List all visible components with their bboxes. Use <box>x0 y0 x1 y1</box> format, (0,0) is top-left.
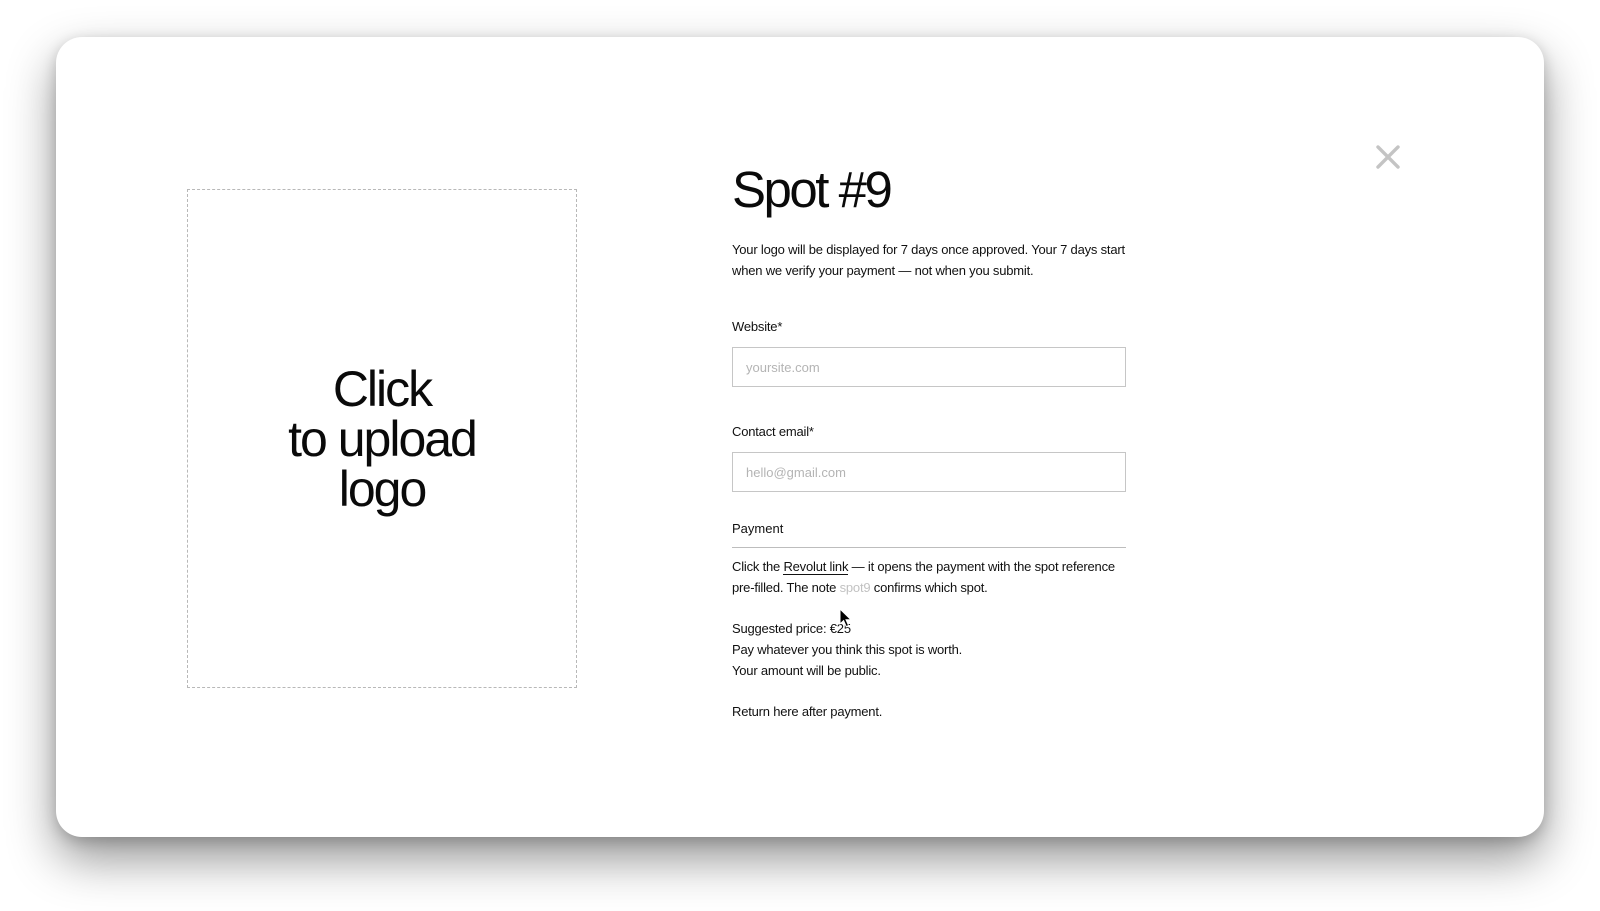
upload-prompt-line-1: Click <box>332 360 433 417</box>
contact-email-label: Contact email* <box>732 424 814 439</box>
logo-upload-area[interactable]: Click to upload logo <box>187 189 577 688</box>
spot-modal: Click to upload logo Spot #9 Your logo w… <box>56 37 1544 837</box>
return-note: Return here after payment. <box>732 704 883 719</box>
contact-email-input[interactable] <box>732 452 1126 492</box>
spot-reference-note: spot9 <box>839 580 871 595</box>
page-title: Spot #9 <box>732 161 893 218</box>
website-label: Website* <box>732 319 783 334</box>
payment-heading: Payment <box>732 520 1126 548</box>
upload-prompt: Click to upload logo <box>288 360 478 517</box>
spot-description: Your logo will be displayed for 7 days o… <box>732 242 1125 278</box>
upload-prompt-line-3: logo <box>338 460 428 517</box>
public-amount-note: Your amount will be public. <box>732 663 881 678</box>
payment-text-end: confirms which spot. <box>870 580 988 595</box>
close-icon <box>1376 145 1400 169</box>
suggested-price: Suggested price: €25 <box>732 621 851 636</box>
spot-form: Spot #9 Your logo will be displayed for … <box>732 159 1126 722</box>
revolut-link[interactable]: Revolut link <box>783 559 848 575</box>
mouse-pointer-icon <box>839 608 853 628</box>
website-input[interactable] <box>732 347 1126 387</box>
upload-prompt-line-2: to upload <box>288 410 478 467</box>
payment-instructions: Click the Revolut link — it opens the pa… <box>732 556 1126 598</box>
pay-what-you-want-note: Pay whatever you think this spot is wort… <box>732 642 963 657</box>
payment-text-start: Click the <box>732 559 784 574</box>
close-button[interactable] <box>1372 141 1404 173</box>
